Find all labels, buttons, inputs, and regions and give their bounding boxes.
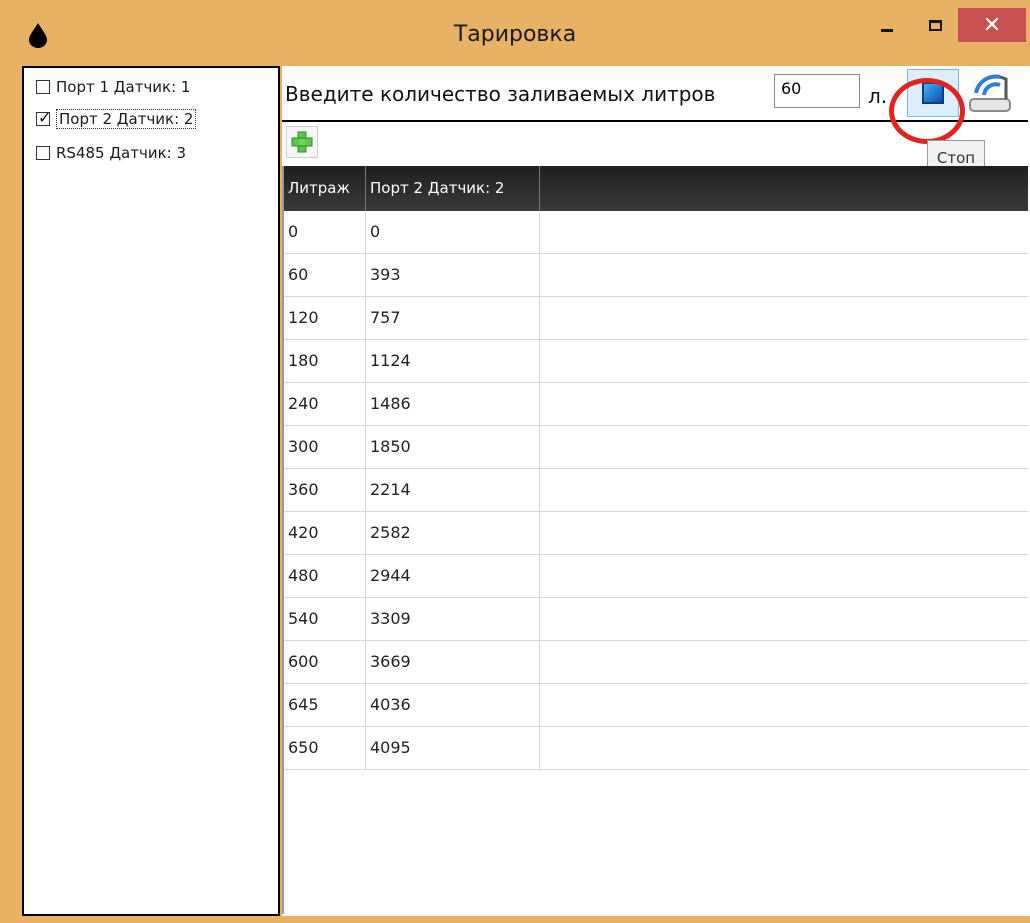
maximize-button[interactable] <box>915 8 955 42</box>
empty-cell <box>540 684 1028 726</box>
stop-icon <box>922 82 944 104</box>
calibration-panel: Введите количество заливаемых литров 60 … <box>282 66 1030 916</box>
liters-cell[interactable]: 600 <box>284 641 366 683</box>
liters-cell[interactable]: 300 <box>284 426 366 468</box>
sensor-value-cell[interactable]: 757 <box>366 297 540 339</box>
sensor-value-cell[interactable]: 4036 <box>366 684 540 726</box>
checkmark-icon: ✓ <box>38 108 52 127</box>
table-row[interactable]: 600 3669 <box>284 641 1028 684</box>
minimize-icon <box>881 28 893 32</box>
calibration-table: Литраж Порт 2 Датчик: 2 0 0 60 393 120 7… <box>282 166 1028 914</box>
sensor-value-cell[interactable]: 3669 <box>366 641 540 683</box>
liters-cell[interactable]: 420 <box>284 512 366 554</box>
sensor-value-cell[interactable]: 1850 <box>366 426 540 468</box>
table-row[interactable]: 480 2944 <box>284 555 1028 598</box>
sensor-value-cell[interactable]: 393 <box>366 254 540 296</box>
empty-cell <box>540 469 1028 511</box>
close-icon: ✕ <box>982 12 1002 38</box>
wireless-connect-icon[interactable] <box>966 69 1016 117</box>
sensor-value-cell[interactable]: 2214 <box>366 469 540 511</box>
calibration-window: Тарировка ✕ Порт 1 Датчик: 1 ✓ Порт 2 Да… <box>0 0 1030 923</box>
sensor-checkbox[interactable] <box>36 146 50 160</box>
empty-cell <box>540 297 1028 339</box>
liters-unit: л. <box>868 84 888 108</box>
maximize-icon <box>928 19 942 31</box>
table-row[interactable]: 540 3309 <box>284 598 1028 641</box>
empty-cell <box>540 254 1028 296</box>
table-row[interactable]: 0 0 <box>284 211 1028 254</box>
empty-cell <box>540 211 1028 253</box>
liters-input[interactable]: 60 <box>774 74 860 108</box>
add-row-icon <box>291 131 313 153</box>
sensor-item[interactable]: Порт 1 Датчик: 1 <box>36 76 190 98</box>
sensor-label: Порт 1 Датчик: 1 <box>56 78 191 96</box>
sensor-value-cell[interactable]: 0 <box>366 211 540 253</box>
empty-cell <box>540 727 1028 769</box>
liters-cell[interactable]: 180 <box>284 340 366 382</box>
empty-cell <box>540 598 1028 640</box>
liters-prompt: Введите количество заливаемых литров <box>285 82 716 106</box>
liters-cell[interactable]: 0 <box>284 211 366 253</box>
table-row[interactable]: 360 2214 <box>284 469 1028 512</box>
empty-cell <box>540 340 1028 382</box>
liters-cell[interactable]: 360 <box>284 469 366 511</box>
liters-cell[interactable]: 645 <box>284 684 366 726</box>
table-row[interactable]: 300 1850 <box>284 426 1028 469</box>
sensor-item[interactable]: ✓ Порт 2 Датчик: 2 <box>36 108 197 130</box>
table-row[interactable]: 180 1124 <box>284 340 1028 383</box>
close-button[interactable]: ✕ <box>958 8 1026 42</box>
table-header: Литраж Порт 2 Датчик: 2 <box>284 166 1028 211</box>
sensor-list: Порт 1 Датчик: 1 ✓ Порт 2 Датчик: 2 RS48… <box>22 66 280 916</box>
liters-cell[interactable]: 240 <box>284 383 366 425</box>
table-row[interactable]: 420 2582 <box>284 512 1028 555</box>
sensor-label: RS485 Датчик: 3 <box>56 144 187 162</box>
sensor-item[interactable]: RS485 Датчик: 3 <box>36 142 186 164</box>
add-row-button[interactable] <box>286 126 318 158</box>
sensor-value-cell[interactable]: 2582 <box>366 512 540 554</box>
liters-cell[interactable]: 480 <box>284 555 366 597</box>
column-header-liters[interactable]: Литраж <box>284 166 366 211</box>
table-row[interactable]: 120 757 <box>284 297 1028 340</box>
column-header-sensor[interactable]: Порт 2 Датчик: 2 <box>366 166 540 211</box>
minimize-button[interactable] <box>865 8 909 42</box>
liters-cell[interactable]: 540 <box>284 598 366 640</box>
table-row[interactable]: 60 393 <box>284 254 1028 297</box>
grid-toolbar <box>282 122 1028 168</box>
empty-cell <box>540 383 1028 425</box>
sensor-value-cell[interactable]: 1486 <box>366 383 540 425</box>
empty-cell <box>540 512 1028 554</box>
table-row[interactable]: 240 1486 <box>284 383 1028 426</box>
sensor-value-cell[interactable]: 4095 <box>366 727 540 769</box>
sensor-checkbox[interactable]: ✓ <box>36 108 51 127</box>
empty-cell <box>540 641 1028 683</box>
sensor-label: Порт 2 Датчик: 2 <box>56 109 197 129</box>
empty-cell <box>540 555 1028 597</box>
title-bar[interactable]: Тарировка ✕ <box>0 0 1030 62</box>
empty-cell <box>540 426 1028 468</box>
sensor-value-cell[interactable]: 1124 <box>366 340 540 382</box>
liters-cell[interactable]: 60 <box>284 254 366 296</box>
table-row[interactable]: 645 4036 <box>284 684 1028 727</box>
sensor-value-cell[interactable]: 3309 <box>366 598 540 640</box>
toolbar: Введите количество заливаемых литров 60 … <box>282 66 1028 144</box>
liters-cell[interactable]: 650 <box>284 727 366 769</box>
liters-cell[interactable]: 120 <box>284 297 366 339</box>
sensor-checkbox[interactable] <box>36 80 50 94</box>
sensor-value-cell[interactable]: 2944 <box>366 555 540 597</box>
table-row[interactable]: 650 4095 <box>284 727 1028 770</box>
stop-button[interactable] <box>907 69 959 117</box>
